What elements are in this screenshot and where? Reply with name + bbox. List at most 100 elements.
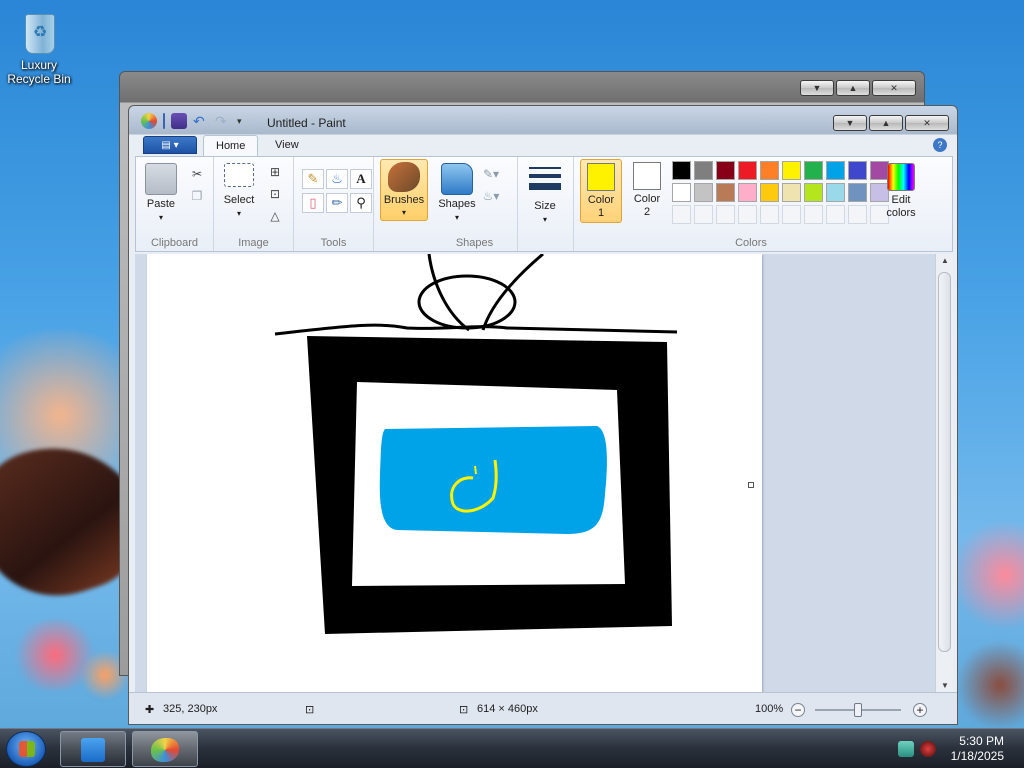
palette-empty-slot[interactable]	[804, 205, 823, 224]
cut-icon[interactable]: ✂	[188, 165, 206, 183]
select-label: Select	[223, 194, 255, 206]
status-bar: ✚ 325, 230px ⊡ ⊡ 614 × 460px 100% − +	[129, 692, 957, 724]
crop-icon[interactable]: ⊞	[266, 163, 284, 181]
brushes-button[interactable]: Brushes ▾	[380, 159, 428, 221]
help-icon[interactable]: ?	[933, 138, 947, 152]
palette-swatch[interactable]	[738, 161, 757, 180]
drawing-canvas[interactable]	[147, 254, 762, 692]
edit-colors-button[interactable]: Edit colors	[878, 163, 924, 220]
paint-menu-button[interactable]: ▤ ▾	[143, 136, 197, 154]
palette-empty-slot[interactable]	[694, 205, 713, 224]
palette-swatch[interactable]	[672, 183, 691, 202]
palette-swatch[interactable]	[760, 183, 779, 202]
canvas-resize-handle[interactable]	[748, 482, 754, 488]
palette-swatch[interactable]	[782, 161, 801, 180]
taskbar-paint-button[interactable]	[132, 731, 198, 767]
palette-empty-slot[interactable]	[738, 205, 757, 224]
magnifier-tool-icon[interactable]: ⚲	[350, 193, 372, 213]
tab-home[interactable]: Home	[203, 135, 259, 157]
color2-number: 2	[643, 206, 651, 218]
clock[interactable]: 5:30 PM 1/18/2025	[951, 734, 1004, 764]
palette-swatch[interactable]	[848, 161, 867, 180]
desktop-wallpaper-branch	[955, 640, 1024, 730]
edit-colors-icon	[887, 163, 915, 191]
paint-window[interactable]: ↶ ↷ ▾ Untitled - Paint ▼ ▲ ✕ ▤ ▾ Home Vi…	[128, 105, 958, 725]
zoom-slider-thumb[interactable]	[854, 703, 862, 717]
color2-button[interactable]: Color 2	[626, 159, 668, 223]
close-button[interactable]: ✕	[872, 80, 916, 96]
clock-time: 5:30 PM	[959, 734, 1004, 748]
palette-swatch[interactable]	[804, 183, 823, 202]
size-group: Size ▾	[518, 157, 574, 251]
palette-swatch[interactable]	[826, 183, 845, 202]
palette-empty-slot[interactable]	[760, 205, 779, 224]
palette-swatch[interactable]	[826, 161, 845, 180]
taskbar-explorer-button[interactable]	[60, 731, 126, 767]
outline-icon[interactable]: ✎▾	[482, 165, 500, 183]
palette-swatch[interactable]	[738, 183, 757, 202]
fill-tool-icon[interactable]: ♨	[326, 169, 348, 189]
maximize-button[interactable]: ▲	[836, 80, 870, 96]
maximize-button[interactable]: ▲	[869, 115, 903, 131]
palette-empty-slot[interactable]	[782, 205, 801, 224]
edit-colors-label: colors	[886, 207, 916, 219]
ribbon: Paste ▾ ✂ ❐ Clipboard Select ▾ ⊞ ⊡ △ Image…	[135, 156, 953, 252]
brushes-label: Brushes	[383, 194, 425, 206]
paste-label: Paste	[146, 198, 176, 210]
volume-icon[interactable]	[920, 741, 936, 757]
palette-swatch[interactable]	[716, 161, 735, 180]
close-button[interactable]: ✕	[905, 115, 949, 131]
start-button[interactable]	[6, 731, 46, 767]
palette-swatch[interactable]	[848, 183, 867, 202]
minimize-button[interactable]: ▼	[833, 115, 867, 131]
minimize-button[interactable]: ▼	[800, 80, 834, 96]
palette-empty-slot[interactable]	[826, 205, 845, 224]
network-icon[interactable]	[898, 741, 914, 757]
recycle-bin-label: Luxury Recycle Bin	[7, 58, 71, 86]
palette-swatch[interactable]	[672, 161, 691, 180]
palette-empty-slot[interactable]	[672, 205, 691, 224]
paste-button[interactable]: Paste ▾	[140, 163, 182, 224]
palette-swatch[interactable]	[694, 183, 713, 202]
redo-icon[interactable]: ↷	[215, 113, 231, 129]
zoom-out-button[interactable]: −	[791, 703, 805, 717]
copy-icon[interactable]: ❐	[188, 187, 206, 205]
brushes-group: Brushes ▾	[374, 157, 432, 251]
tab-view[interactable]: View	[263, 135, 311, 157]
image-group: Select ▾ ⊞ ⊡ △ Image	[214, 157, 294, 251]
customize-qat-icon[interactable]: ▾	[237, 113, 253, 129]
size-button[interactable]: Size ▾	[524, 163, 566, 226]
select-button[interactable]: Select ▾	[218, 163, 260, 220]
fill-icon[interactable]: ♨▾	[482, 187, 500, 205]
vertical-scrollbar[interactable]: ▲ ▼	[935, 254, 953, 692]
color1-swatch	[587, 163, 615, 191]
palette-empty-slot[interactable]	[848, 205, 867, 224]
palette-swatch[interactable]	[804, 161, 823, 180]
color1-button[interactable]: Color 1	[580, 159, 622, 223]
color-picker-tool-icon[interactable]: ✏	[326, 193, 348, 213]
save-icon[interactable]	[171, 113, 187, 129]
explorer-icon	[81, 738, 105, 762]
zoom-in-button[interactable]: +	[913, 703, 927, 717]
palette-empty-slot[interactable]	[716, 205, 735, 224]
scroll-up-arrow-icon[interactable]: ▲	[936, 256, 954, 265]
palette-swatch[interactable]	[716, 183, 735, 202]
image-group-label: Image	[238, 237, 269, 249]
palette-swatch[interactable]	[782, 183, 801, 202]
paste-icon	[145, 163, 177, 195]
resize-icon[interactable]: ⊡	[266, 185, 284, 203]
scrollbar-thumb[interactable]	[938, 272, 951, 652]
palette-swatch[interactable]	[760, 161, 779, 180]
undo-icon[interactable]: ↶	[193, 113, 209, 129]
pencil-tool-icon[interactable]: ✎	[302, 169, 324, 189]
shapes-icon	[441, 163, 473, 195]
palette-swatch[interactable]	[694, 161, 713, 180]
title-bar[interactable]: ↶ ↷ ▾ Untitled - Paint ▼ ▲ ✕	[129, 106, 957, 136]
shapes-button[interactable]: Shapes ▾	[436, 163, 478, 224]
rotate-icon[interactable]: △	[266, 207, 284, 225]
scroll-down-arrow-icon[interactable]: ▼	[936, 681, 954, 690]
eraser-tool-icon[interactable]: ▯	[302, 193, 324, 213]
paint-app-icon[interactable]	[141, 113, 157, 129]
text-tool-icon[interactable]: A	[350, 169, 372, 189]
recycle-bin-desktop-icon[interactable]: ♻ Luxury Recycle Bin	[4, 8, 74, 86]
